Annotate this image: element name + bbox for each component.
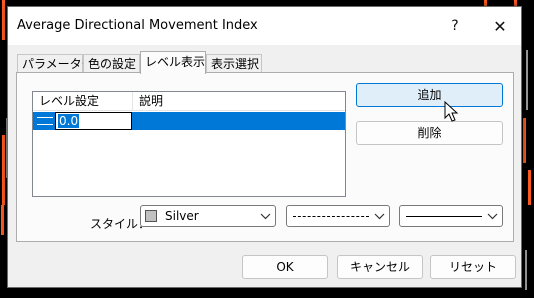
delete-button[interactable]: 削除 [356,121,503,145]
levels-list[interactable]: レベル設定 説明 0.0 [32,91,346,197]
tab-parameters[interactable]: パラメーター [17,54,94,73]
color-select[interactable]: Silver [140,205,276,227]
chevron-down-icon [487,213,498,220]
ok-button[interactable]: OK [242,255,328,279]
line-style-select[interactable] [286,205,390,227]
level-value-text: 0.0 [58,114,80,128]
solid-line-preview [406,216,482,217]
level-line-icon [37,117,53,125]
tab-visualization[interactable]: 表示選択 [206,54,262,73]
help-button[interactable]: ? [432,7,478,45]
levels-list-header: レベル設定 説明 [33,92,345,111]
mouse-cursor-icon [444,101,459,122]
tab-colors[interactable]: 色の設定 [83,54,140,73]
indicator-dialog: Average Directional Movement Index ? ✕ パ… [7,6,522,288]
line-width-select[interactable] [399,205,503,227]
close-button[interactable]: ✕ [477,7,523,45]
level-value-input[interactable]: 0.0 [55,112,132,130]
dialog-title: Average Directional Movement Index [17,18,258,33]
column-level[interactable]: レベル設定 [33,92,133,111]
reset-button[interactable]: リセット [430,255,516,279]
color-swatch [145,210,157,222]
cancel-button[interactable]: キャンセル [337,255,423,279]
column-description[interactable]: 説明 [133,92,345,111]
add-button[interactable]: 追加 [356,83,503,107]
chevron-down-icon [260,213,271,220]
dashed-line-preview [293,216,369,217]
color-name: Silver [165,209,199,223]
tab-levels[interactable]: レベル表示 [140,51,206,74]
title-bar: Average Directional Movement Index ? ✕ [8,7,521,45]
chevron-down-icon [374,213,385,220]
level-row[interactable]: 0.0 [33,112,345,130]
